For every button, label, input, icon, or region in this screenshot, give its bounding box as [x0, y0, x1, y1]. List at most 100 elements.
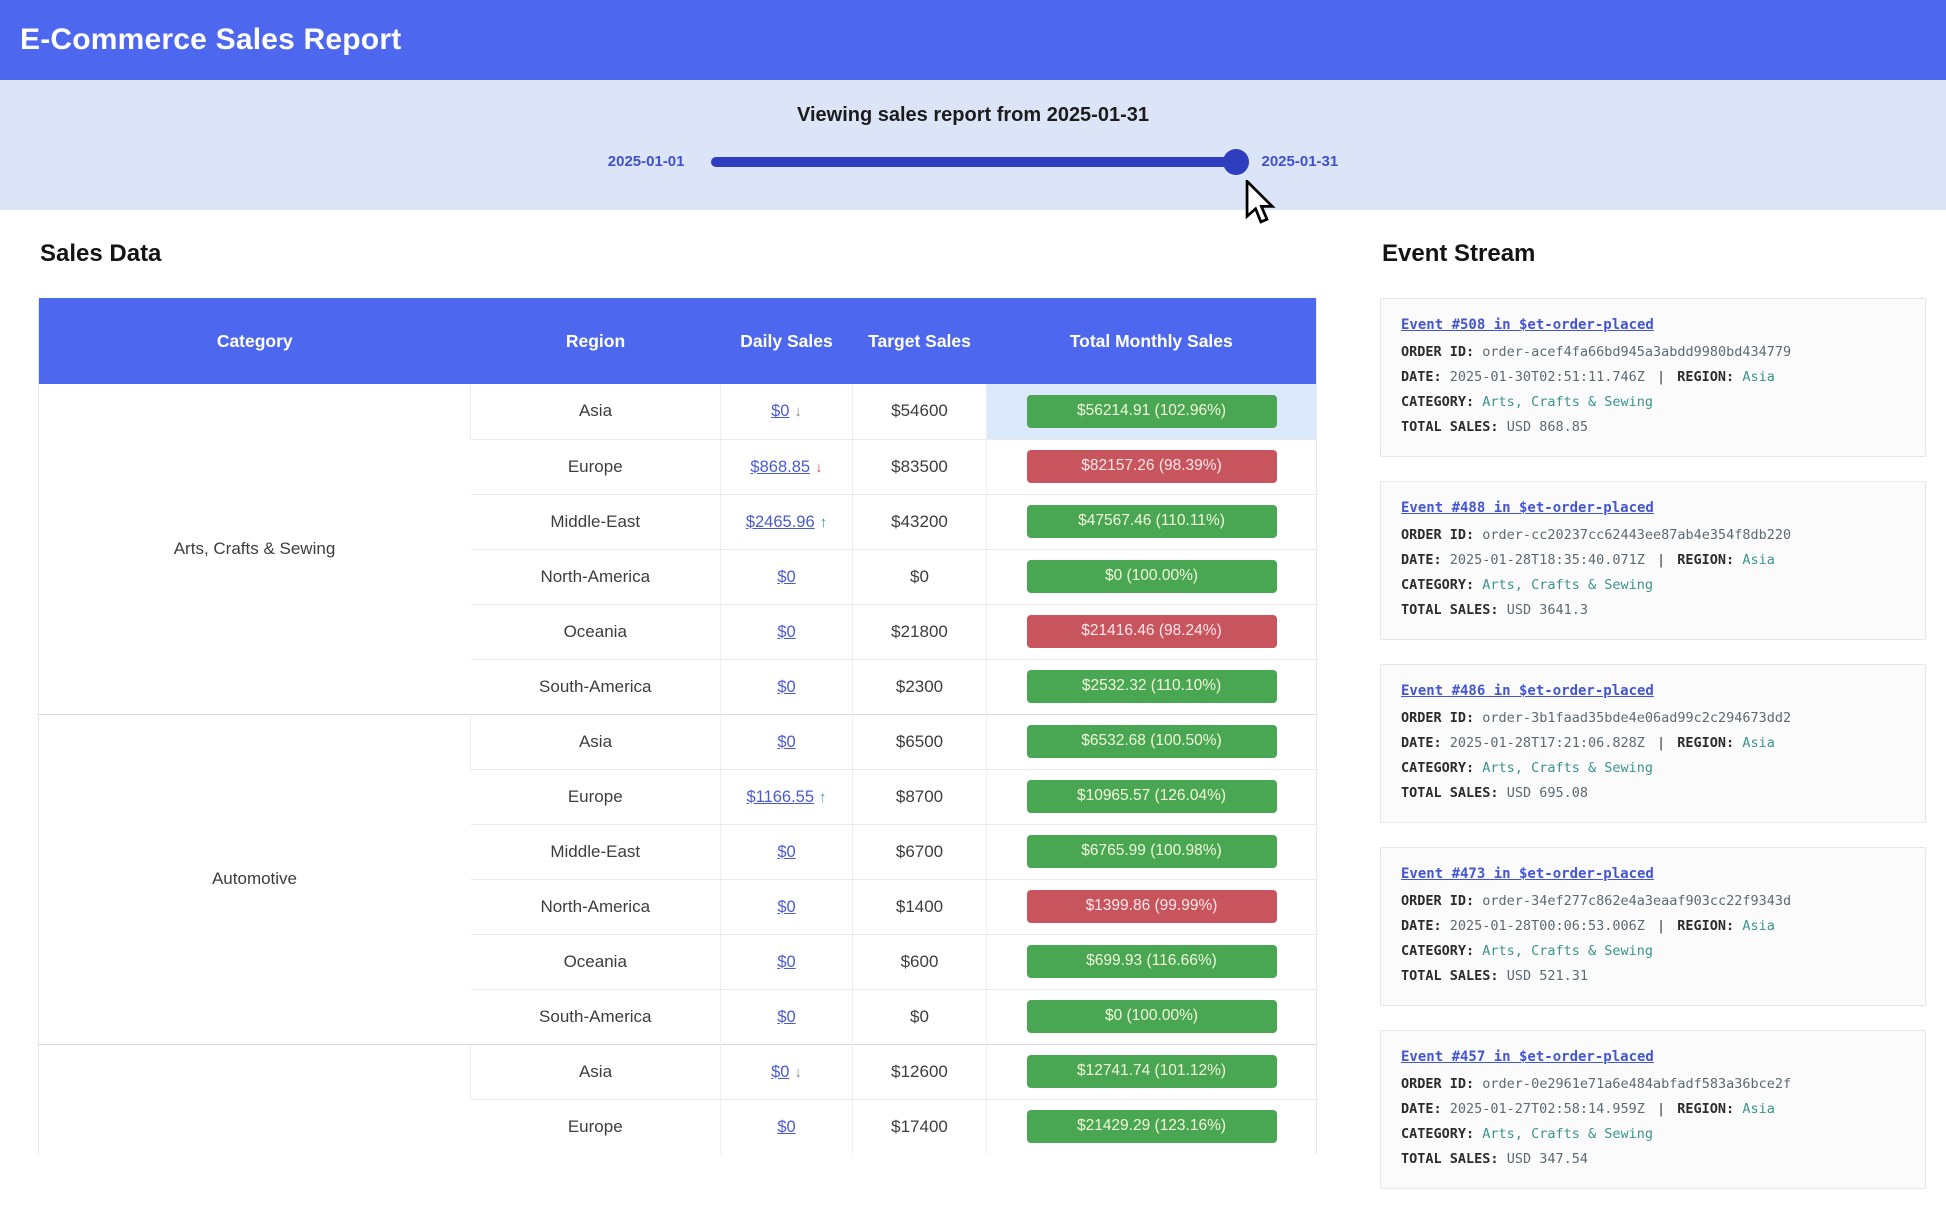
event-category-value: Arts, Crafts & Sewing [1482, 394, 1653, 410]
region-cell: Europe [471, 439, 721, 494]
daily-sales-link[interactable]: $0 [777, 1118, 795, 1136]
region-label: REGION: [1677, 552, 1734, 568]
sales-data-panel: Sales Data Category Region Daily Sales T… [38, 240, 1316, 1154]
app-title: E-Commerce Sales Report [20, 23, 401, 57]
daily-sales-cell: $0 ↓ [721, 1044, 853, 1099]
daily-sales-cell: $0 [721, 1099, 853, 1154]
slider-max-label: 2025-01-31 [1262, 153, 1339, 170]
slider-title: Viewing sales report from 2025-01-31 [0, 104, 1946, 127]
event-order-id-value: order-0e2961e71a6e484abfadf583a36bce2f [1482, 1076, 1791, 1092]
event-category-value: Arts, Crafts & Sewing [1482, 943, 1653, 959]
column-header-daily-sales: Daily Sales [721, 298, 853, 384]
daily-sales-link[interactable]: $0 [771, 1063, 789, 1081]
pipe-separator: | [1653, 369, 1669, 385]
region-cell: South-America [471, 989, 721, 1044]
daily-sales-link[interactable]: $2465.96 [746, 513, 815, 531]
pipe-separator: | [1653, 735, 1669, 751]
date-label: DATE: [1401, 369, 1442, 385]
event-link[interactable]: Event #457 in $et-order-placed [1401, 1045, 1654, 1070]
target-sales-cell: $0 [853, 549, 987, 604]
total-sales-cell: $56214.91 (102.96%) [987, 384, 1317, 439]
daily-sales-link[interactable]: $0 [771, 402, 789, 420]
event-total-value: USD 3641.3 [1507, 602, 1588, 618]
date-label: DATE: [1401, 735, 1442, 751]
date-label: DATE: [1401, 918, 1442, 934]
daily-sales-link[interactable]: $0 [777, 568, 795, 586]
category-cell: Automotive [39, 714, 471, 1044]
daily-sales-cell: $0 [721, 824, 853, 879]
event-total-value: USD 347.54 [1507, 1151, 1588, 1167]
daily-sales-link[interactable]: $0 [777, 733, 795, 751]
total-sales-badge: $21429.29 (123.16%) [1027, 1110, 1277, 1143]
order-id-label: ORDER ID: [1401, 893, 1474, 909]
event-order-id-value: order-cc20237cc62443ee87ab4e354f8db220 [1482, 527, 1791, 543]
region-cell: Europe [471, 1099, 721, 1154]
event-total-value: USD 868.85 [1507, 419, 1588, 435]
event-link[interactable]: Event #486 in $et-order-placed [1401, 679, 1654, 704]
sales-table: Category Region Daily Sales Target Sales… [38, 298, 1317, 1154]
date-slider[interactable] [711, 157, 1236, 167]
total-sales-label: TOTAL SALES: [1401, 419, 1499, 435]
region-cell: Oceania [471, 934, 721, 989]
total-sales-cell: $699.93 (116.66%) [987, 934, 1317, 989]
daily-sales-cell: $0 [721, 989, 853, 1044]
target-sales-cell: $1400 [853, 879, 987, 934]
daily-sales-link[interactable]: $0 [777, 953, 795, 971]
daily-sales-link[interactable]: $0 [777, 678, 795, 696]
sales-table-body: Arts, Crafts & SewingAsia$0↓$54600$56214… [39, 384, 1317, 1154]
event-category-value: Arts, Crafts & Sewing [1482, 1126, 1653, 1142]
region-cell: Asia [471, 384, 721, 439]
trend-down-icon: ↓ [794, 1064, 802, 1081]
event-list: Event #508 in $et-order-placed ORDER ID:… [1380, 298, 1926, 1189]
slider-row: 2025-01-01 2025-01-31 [0, 153, 1946, 170]
target-sales-cell: $21800 [853, 604, 987, 659]
app-header: E-Commerce Sales Report [0, 0, 1946, 80]
sales-table-header: Category Region Daily Sales Target Sales… [39, 298, 1317, 384]
total-sales-cell: $12741.74 (101.12%) [987, 1044, 1317, 1099]
pipe-separator: | [1653, 552, 1669, 568]
table-row: Arts, Crafts & SewingAsia$0↓$54600$56214… [39, 384, 1317, 439]
daily-sales-cell: $0 [721, 604, 853, 659]
daily-sales-cell: $0 [721, 549, 853, 604]
daily-sales-link[interactable]: $1166.55 [746, 788, 814, 806]
target-sales-cell: $12600 [853, 1044, 987, 1099]
event-region-value: Asia [1742, 369, 1775, 385]
region-cell: North-America [471, 879, 721, 934]
sales-data-heading: Sales Data [40, 240, 1316, 268]
daily-sales-link[interactable]: $868.85 [750, 458, 810, 476]
total-sales-label: TOTAL SALES: [1401, 968, 1499, 984]
target-sales-cell: $0 [853, 989, 987, 1044]
daily-sales-cell: $0↓ [721, 384, 853, 439]
order-id-label: ORDER ID: [1401, 527, 1474, 543]
target-sales-cell: $83500 [853, 439, 987, 494]
daily-sales-cell: $0 [721, 879, 853, 934]
event-link[interactable]: Event #488 in $et-order-placed [1401, 496, 1654, 521]
event-order-id-value: order-acef4fa66bd945a3abdd9980bd434779 [1482, 344, 1791, 360]
event-link[interactable]: Event #508 in $et-order-placed [1401, 313, 1654, 338]
target-sales-cell: $8700 [853, 769, 987, 824]
main-content: Sales Data Category Region Daily Sales T… [0, 240, 1946, 1213]
category-label: CATEGORY: [1401, 577, 1474, 593]
event-region-value: Asia [1742, 552, 1775, 568]
region-cell: Asia [471, 714, 721, 769]
slider-handle[interactable] [1223, 149, 1249, 175]
event-region-value: Asia [1742, 735, 1775, 751]
event-link[interactable]: Event #473 in $et-order-placed [1401, 862, 1654, 887]
region-cell: Oceania [471, 604, 721, 659]
total-sales-badge: $699.93 (116.66%) [1027, 945, 1277, 978]
category-label: CATEGORY: [1401, 1126, 1474, 1142]
category-label: CATEGORY: [1401, 394, 1474, 410]
daily-sales-link[interactable]: $0 [777, 623, 795, 641]
daily-sales-cell: $1166.55↑ [721, 769, 853, 824]
daily-sales-link[interactable]: $0 [777, 898, 795, 916]
total-sales-cell: $1399.86 (99.99%) [987, 879, 1317, 934]
region-cell: South-America [471, 659, 721, 714]
region-label: REGION: [1677, 369, 1734, 385]
total-sales-cell: $0 (100.00%) [987, 989, 1317, 1044]
daily-sales-link[interactable]: $0 [777, 1008, 795, 1026]
target-sales-cell: $6700 [853, 824, 987, 879]
order-id-label: ORDER ID: [1401, 1076, 1474, 1092]
event-category-value: Arts, Crafts & Sewing [1482, 760, 1653, 776]
region-label: REGION: [1677, 735, 1734, 751]
daily-sales-link[interactable]: $0 [777, 843, 795, 861]
